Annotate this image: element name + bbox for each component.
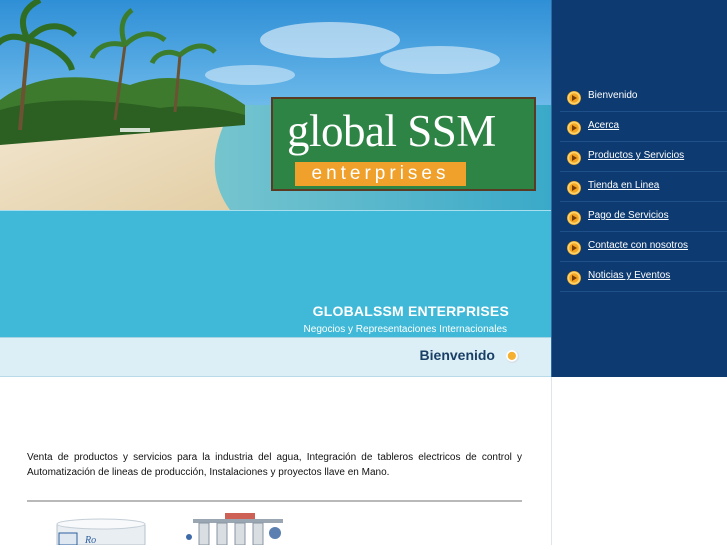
arrow-bullet-icon (567, 151, 581, 165)
nav-item-tienda-en-linea[interactable]: Tienda en Linea (560, 172, 727, 202)
page-title: Bienvenido (419, 347, 495, 363)
arrow-bullet-icon (567, 241, 581, 255)
product-image-water-filter-system[interactable] (185, 513, 290, 546)
nav-item-label: Pago de Servicios (588, 210, 669, 221)
nav-item-label: Noticias y Eventos (588, 270, 671, 281)
nav-item-bienvenido[interactable]: Bienvenido (560, 82, 727, 112)
arrow-bullet-icon (567, 121, 581, 135)
product-image-water-tank[interactable]: Ro (55, 517, 147, 546)
arrow-bullet-icon (567, 271, 581, 285)
company-tagline: Negocios y Representaciones Internaciona… (303, 324, 507, 335)
logo-sub-text: enterprises (295, 162, 466, 186)
nav-item-label: Tienda en Linea (588, 180, 660, 191)
arrow-bullet-icon (567, 91, 581, 105)
nav-item-acerca[interactable]: Acerca (560, 112, 727, 142)
logo-main-text: global SSM (287, 106, 496, 156)
svg-text:Ro: Ro (84, 535, 96, 545)
page-title-bar: Bienvenido (0, 337, 551, 377)
nav-menu: Bienvenido Acerca Productos y Servicios … (552, 82, 727, 292)
arrow-bullet-icon (567, 181, 581, 195)
nav-item-label: Contacte con nosotros (588, 240, 689, 251)
sidebar-nav: Bienvenido Acerca Productos y Servicios … (551, 0, 727, 377)
company-name: GLOBALSSM ENTERPRISES (312, 303, 509, 319)
nav-item-pago-de-servicios[interactable]: Pago de Servicios (560, 202, 727, 232)
banner-band: GLOBALSSM ENTERPRISES Negocios y Represe… (0, 210, 551, 337)
nav-item-contacte-con-nosotros[interactable]: Contacte con nosotros (560, 232, 727, 262)
nav-item-label: Productos y Servicios (588, 150, 685, 161)
content-divider-line (551, 377, 552, 545)
nav-item-label: Acerca (588, 120, 620, 131)
intro-paragraph: Venta de productos y servicios para la i… (27, 452, 522, 478)
section-divider (27, 500, 522, 502)
logo: global SSM enterprises (271, 97, 536, 191)
arrow-bullet-icon (567, 211, 581, 225)
nav-item-productos-y-servicios[interactable]: Productos y Servicios (560, 142, 727, 172)
circle-bullet-icon (506, 350, 519, 363)
nav-item-noticias-y-eventos[interactable]: Noticias y Eventos (560, 262, 727, 292)
nav-item-label: Bienvenido (588, 90, 638, 101)
